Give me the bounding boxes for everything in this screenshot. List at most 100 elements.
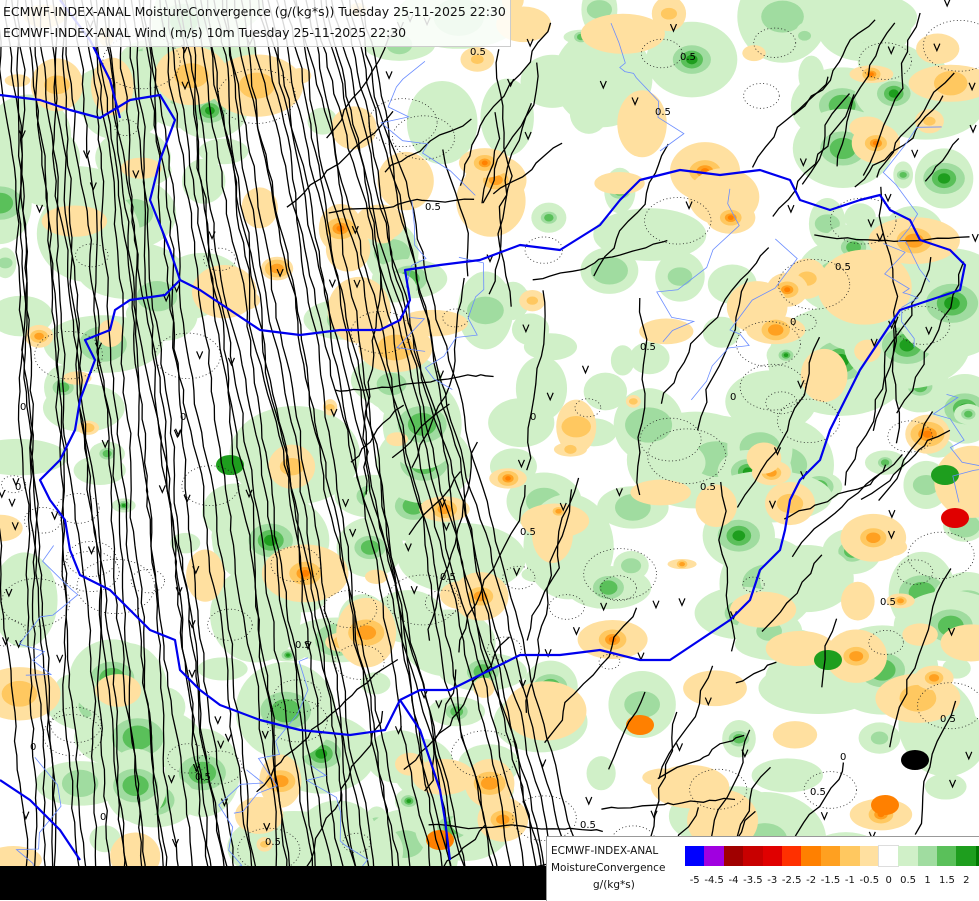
divergence-patch xyxy=(683,670,747,706)
legend-tick-label: 0 xyxy=(886,875,892,886)
divergence-patch xyxy=(773,721,817,748)
intense-spot xyxy=(931,465,959,485)
legend-swatch xyxy=(937,846,956,866)
contour-label: 0.5 xyxy=(265,837,281,848)
legend-swatch xyxy=(763,846,782,866)
legend-tick-label: -2.5 xyxy=(782,875,802,886)
convergence-patch xyxy=(488,398,554,447)
contour-label: 0.5 xyxy=(640,342,656,353)
contour-label: 0.5 xyxy=(680,52,696,63)
convergence-patch xyxy=(587,756,616,790)
title-line-wind: ECMWF-INDEX-ANAL Wind (m/s) 10m Tuesday … xyxy=(3,22,506,43)
divergence-patch xyxy=(728,215,734,220)
legend-swatch xyxy=(840,846,859,866)
divergence-patch xyxy=(902,623,938,646)
divergence-patch xyxy=(661,8,677,20)
legend-swatch xyxy=(782,846,801,866)
legend-variable: MoistureConvergence xyxy=(551,862,665,874)
convergence-patch xyxy=(56,674,97,700)
convergence-patch xyxy=(361,540,379,555)
legend-tick-label: -4 xyxy=(729,875,739,886)
contour-label: 0 xyxy=(180,412,186,423)
contour-label: 0.5 xyxy=(655,107,671,118)
divergence-patch xyxy=(923,117,935,126)
convergence-patch xyxy=(798,31,811,41)
convergence-patch xyxy=(964,411,972,418)
divergence-patch xyxy=(473,678,494,698)
color-legend: ECMWF-INDEX-ANAL MoistureConvergence g/(… xyxy=(546,836,979,901)
contour-label: 0 xyxy=(530,412,536,423)
convergence-patch xyxy=(624,691,660,718)
divergence-patch xyxy=(784,287,790,292)
divergence-patch xyxy=(581,14,665,54)
contour-label: 0.5 xyxy=(940,714,956,725)
contour-label: 0 xyxy=(100,812,106,823)
contour-label: 0 xyxy=(15,482,21,493)
divergence-patch xyxy=(866,533,880,544)
contour-label: 0.5 xyxy=(295,640,311,651)
legend-swatch xyxy=(956,846,975,866)
legend-swatch xyxy=(860,846,879,866)
contour-label: 0.5 xyxy=(195,772,211,783)
convergence-patch xyxy=(467,297,504,325)
divergence-patch xyxy=(929,674,939,681)
divergence-patch xyxy=(768,324,783,335)
contour-label: 0.5 xyxy=(520,527,536,538)
intense-spot xyxy=(426,830,454,850)
divergence-patch xyxy=(747,442,782,473)
map-title: ECMWF-INDEX-ANAL MoistureConvergence (g/… xyxy=(0,0,511,47)
divergence-patch xyxy=(897,598,904,603)
divergence-patch xyxy=(837,274,851,291)
contour-label: 0.5 xyxy=(470,47,486,58)
convergence-patch xyxy=(925,774,967,800)
legend-swatch xyxy=(821,846,840,866)
divergence-patch xyxy=(34,333,44,340)
divergence-patch xyxy=(934,71,967,95)
legend-swatches xyxy=(685,846,979,866)
divergence-patch xyxy=(555,509,561,514)
convergence-patch xyxy=(593,208,706,261)
legend-tick-label: 1 xyxy=(924,875,930,886)
contour-label: 0.5 xyxy=(580,820,596,831)
intense-spot xyxy=(871,795,899,815)
divergence-patch xyxy=(482,161,488,166)
convergence-patch xyxy=(544,214,553,222)
convergence-patch xyxy=(634,439,705,486)
contour-label: 0 xyxy=(30,742,36,753)
convergence-patch xyxy=(938,173,950,183)
legend-swatch xyxy=(918,846,937,866)
legend-unit: g/(kg*s) xyxy=(593,879,635,891)
divergence-patch xyxy=(239,73,275,99)
divergence-patch xyxy=(355,204,405,240)
contour-label: 0 xyxy=(730,392,736,403)
legend-swatch xyxy=(801,846,820,866)
legend-swatch xyxy=(879,846,898,866)
convergence-patch xyxy=(123,726,153,750)
divergence-patch xyxy=(527,296,538,304)
contour-label: 0.5 xyxy=(810,787,826,798)
contour-label: 0.5 xyxy=(835,262,851,273)
legend-swatch xyxy=(685,846,704,866)
legend-ticks: -5-4.5-4-3.5-3-2.5-2-1.5-1-0.500.511.52 xyxy=(685,875,979,889)
legend-tick-label: -4.5 xyxy=(704,875,724,886)
convergence-patch xyxy=(103,450,112,457)
legend-tick-label: -1 xyxy=(845,875,855,886)
legend-tick-label: -3.5 xyxy=(743,875,763,886)
convergence-patch xyxy=(899,172,906,178)
convergence-patch xyxy=(122,504,126,507)
intense-spot xyxy=(901,750,929,770)
divergence-patch xyxy=(849,651,863,661)
convergence-patch xyxy=(406,799,411,803)
intense-spot xyxy=(941,508,969,528)
legend-tick-label: -2 xyxy=(806,875,816,886)
convergence-patch xyxy=(198,657,248,680)
convergence-patch xyxy=(732,530,745,541)
intense-spot xyxy=(626,715,654,735)
convergence-patch xyxy=(625,407,672,442)
legend-tick-label: 1.5 xyxy=(939,875,955,886)
legend-tick-label: -5 xyxy=(690,875,700,886)
contour-label: 0.5 xyxy=(880,597,896,608)
divergence-patch xyxy=(679,562,685,566)
convergence-patch xyxy=(62,770,98,797)
divergence-patch xyxy=(742,45,765,61)
